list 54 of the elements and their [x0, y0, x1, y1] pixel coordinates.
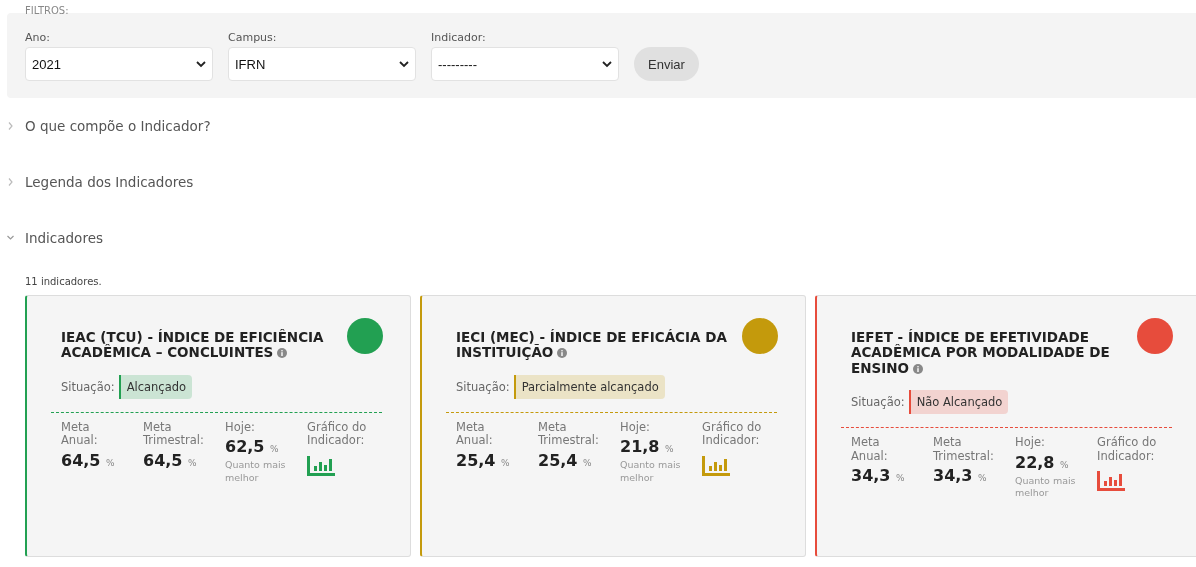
metric-value: 25,4 %: [456, 451, 511, 471]
indicator-count: 11 indicadores.: [25, 276, 103, 287]
metric-value: 21,8 %: [620, 437, 675, 457]
filter-legend: FILTROS:: [25, 5, 69, 16]
metric-label: Meta Trimestral:: [933, 435, 995, 464]
bar-chart-icon[interactable]: [702, 456, 730, 477]
status-badge: Alcançado: [118, 374, 193, 399]
situation-label: Situação:: [851, 394, 905, 409]
bar-chart-icon[interactable]: [1097, 471, 1125, 492]
metric-value: 64,5 %: [61, 451, 116, 471]
chevron-down-icon: [602, 60, 612, 68]
select-field[interactable]: ---------: [431, 47, 619, 81]
metric-label: Hoje:: [225, 420, 256, 435]
chevron-down-icon: [399, 60, 409, 68]
status-badge: Parcialmente alcançado: [513, 374, 665, 399]
field-label: Campus:: [228, 31, 278, 44]
status-badge: Não Alcançado: [908, 389, 1009, 414]
section-toggle[interactable]: O que compõe o Indicador?: [25, 118, 211, 134]
info-icon[interactable]: [277, 348, 288, 359]
info-icon[interactable]: [913, 363, 924, 374]
chart-label: Gráfico do Indicador:: [702, 420, 763, 449]
submit-button[interactable]: Enviar: [634, 47, 699, 81]
section-toggle[interactable]: Indicadores: [25, 230, 103, 246]
metric-label: Meta Anual:: [61, 420, 99, 449]
metric-note: Quanto mais melhor: [1015, 474, 1077, 501]
metric-value: 22,8 %: [1015, 452, 1070, 472]
metric-value: 62,5 %: [225, 437, 280, 457]
chevron-down-icon: [196, 60, 206, 68]
indicator-title: IEFET - ÍNDICE DE EFETIVIDADE ACADÊMICA POR MODALIDADE DE ENSINO: [851, 330, 1111, 376]
select-field[interactable]: 2021: [25, 47, 213, 81]
metric-label: Meta Trimestral:: [143, 420, 205, 449]
metric-label: Meta Trimestral:: [538, 420, 600, 449]
situation-label: Situação:: [61, 379, 115, 394]
metric-label: Hoje:: [1015, 435, 1046, 450]
metric-value: 34,3 %: [851, 466, 906, 486]
situation-label: Situação:: [456, 379, 510, 394]
bar-chart-icon[interactable]: [307, 456, 335, 477]
metric-note: Quanto mais melhor: [620, 459, 682, 485]
field-label: Indicador:: [431, 31, 487, 44]
metric-value: 34,3 %: [933, 466, 988, 486]
metric-label: Meta Anual:: [456, 420, 494, 449]
select-field[interactable]: IFRN: [228, 47, 416, 81]
metric-value: 25,4 %: [538, 451, 593, 471]
section-toggle[interactable]: Legenda dos Indicadores: [25, 174, 194, 190]
info-icon[interactable]: [557, 348, 568, 359]
indicator-title: IEAC (TCU) - ÍNDICE DE EFICIÊNCIA ACADÊMICA – CONCLUINTES: [61, 330, 325, 361]
metric-label: Meta Anual:: [851, 435, 889, 464]
indicator-title: IECI (MEC) - ÍNDICE DE EFICÁCIA DA INSTITUIÇÃO: [456, 330, 728, 361]
metric-note: Quanto mais melhor: [225, 459, 287, 485]
metric-value: 64,5 %: [143, 451, 198, 471]
metric-label: Hoje:: [620, 420, 651, 435]
chart-label: Gráfico do Indicador:: [307, 420, 368, 449]
field-label: Ano:: [25, 31, 51, 44]
chart-label: Gráfico do Indicador:: [1097, 435, 1158, 464]
